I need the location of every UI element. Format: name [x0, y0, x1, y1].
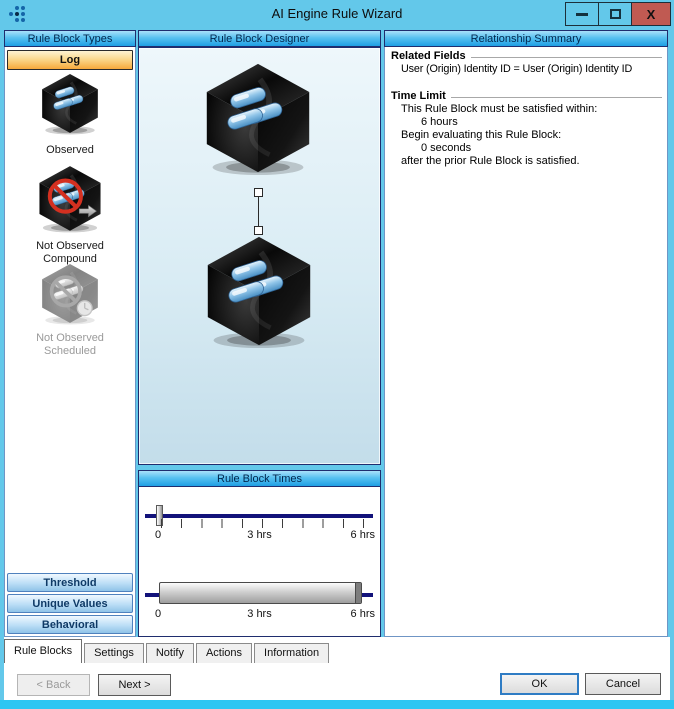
- time-limit-line: Begin evaluating this Rule Block:: [391, 129, 662, 142]
- footer: Rule Blocks Settings Notify Actions Info…: [4, 637, 670, 700]
- relationship-summary-body: Related Fields User (Origin) Identity ID…: [384, 47, 668, 637]
- observed-cube-icon: [38, 73, 102, 135]
- rule-block-times-body: 0 3 hrs 6 hrs 0 3 hrs 6 hrs: [138, 487, 381, 637]
- slider1-label-6hrs: 6 hrs: [351, 529, 375, 541]
- rule-block-types-body: Log Observed Not Observed Compound Not O…: [4, 47, 136, 637]
- time-limit-section-title: Time Limit: [391, 90, 662, 103]
- relationship-summary-header: Relationship Summary: [384, 30, 668, 47]
- relationship-summary-panel: Relationship Summary Related Fields User…: [384, 30, 668, 637]
- category-unique-values-button[interactable]: Unique Values: [7, 594, 133, 613]
- minimize-button[interactable]: [566, 3, 599, 25]
- tab-strip: Rule Blocks Settings Notify Actions Info…: [4, 638, 331, 663]
- maximize-icon: [610, 9, 621, 19]
- slider2-label-3hrs: 3 hrs: [139, 608, 380, 620]
- related-fields-value: User (Origin) Identity ID = User (Origin…: [391, 63, 662, 76]
- not-observed-compound-icon: [34, 165, 106, 233]
- rule-block-designer-header: Rule Block Designer: [138, 30, 381, 47]
- tab-settings[interactable]: Settings: [84, 643, 144, 663]
- tab-actions[interactable]: Actions: [196, 643, 252, 663]
- cancel-button[interactable]: Cancel: [585, 673, 661, 695]
- category-behavioral-button[interactable]: Behavioral: [7, 615, 133, 634]
- tab-information[interactable]: Information: [254, 643, 329, 663]
- time-limit-line: 0 seconds: [391, 142, 662, 155]
- rule-block-designer-panel: Rule Block Designer Rule Block Times 0 3…: [138, 30, 381, 637]
- category-log-button[interactable]: Log: [7, 50, 133, 70]
- rule-type-observed-label: Observed: [5, 144, 135, 157]
- slider2-label-6hrs: 6 hrs: [351, 608, 375, 620]
- section-rule-line: [451, 97, 662, 98]
- next-button[interactable]: Next >: [98, 674, 171, 696]
- category-threshold-button[interactable]: Threshold: [7, 573, 133, 592]
- rule-type-not-observed-scheduled: Not Observed Scheduled: [5, 263, 135, 358]
- connector-handle-top[interactable]: [254, 188, 263, 197]
- ok-button[interactable]: OK: [500, 673, 579, 695]
- window-controls: X: [565, 2, 671, 26]
- titlebar: AI Engine Rule Wizard X: [0, 0, 674, 28]
- connector-line: [258, 197, 259, 226]
- time-limit-line: This Rule Block must be satisfied within…: [391, 103, 662, 116]
- rule-type-not-observed-scheduled-label: Not Observed Scheduled: [15, 332, 125, 358]
- connector-handle-bottom[interactable]: [254, 226, 263, 235]
- evaluation-slider-track[interactable]: [145, 514, 373, 518]
- tab-notify[interactable]: Notify: [146, 643, 194, 663]
- maximize-button[interactable]: [599, 3, 632, 25]
- not-observed-scheduled-icon: [37, 263, 103, 325]
- slider1-label-3hrs: 3 hrs: [139, 529, 380, 541]
- related-fields-section-title: Related Fields: [391, 50, 662, 63]
- rule-block-designer-canvas[interactable]: [138, 47, 381, 465]
- rule-block-types-panel: Rule Block Types Log Observed Not Observ…: [4, 30, 136, 637]
- rule-block-times-header: Rule Block Times: [138, 470, 381, 487]
- time-limit-line: after the prior Rule Block is satisfied.: [391, 155, 662, 168]
- ai-engine-rule-wizard-window: AI Engine Rule Wizard X Rule Block Types…: [0, 0, 674, 709]
- rule-block-cube-2[interactable]: [200, 235, 318, 349]
- rule-block-types-header: Rule Block Types: [4, 30, 136, 47]
- close-button[interactable]: X: [632, 3, 670, 25]
- section-rule-line: [471, 57, 662, 58]
- rule-type-not-observed-compound[interactable]: Not Observed Compound: [5, 165, 135, 266]
- evaluation-slider-ticks: [161, 519, 364, 528]
- time-limit-range-bar[interactable]: [159, 582, 362, 604]
- window-bottom-edge: [0, 700, 674, 709]
- rule-block-cube-1[interactable]: [199, 62, 317, 176]
- rule-type-observed[interactable]: Observed: [5, 73, 135, 157]
- tab-rule-blocks[interactable]: Rule Blocks: [4, 639, 82, 663]
- back-button: < Back: [17, 674, 90, 696]
- minimize-icon: [576, 13, 588, 16]
- time-limit-line: 6 hours: [391, 116, 662, 129]
